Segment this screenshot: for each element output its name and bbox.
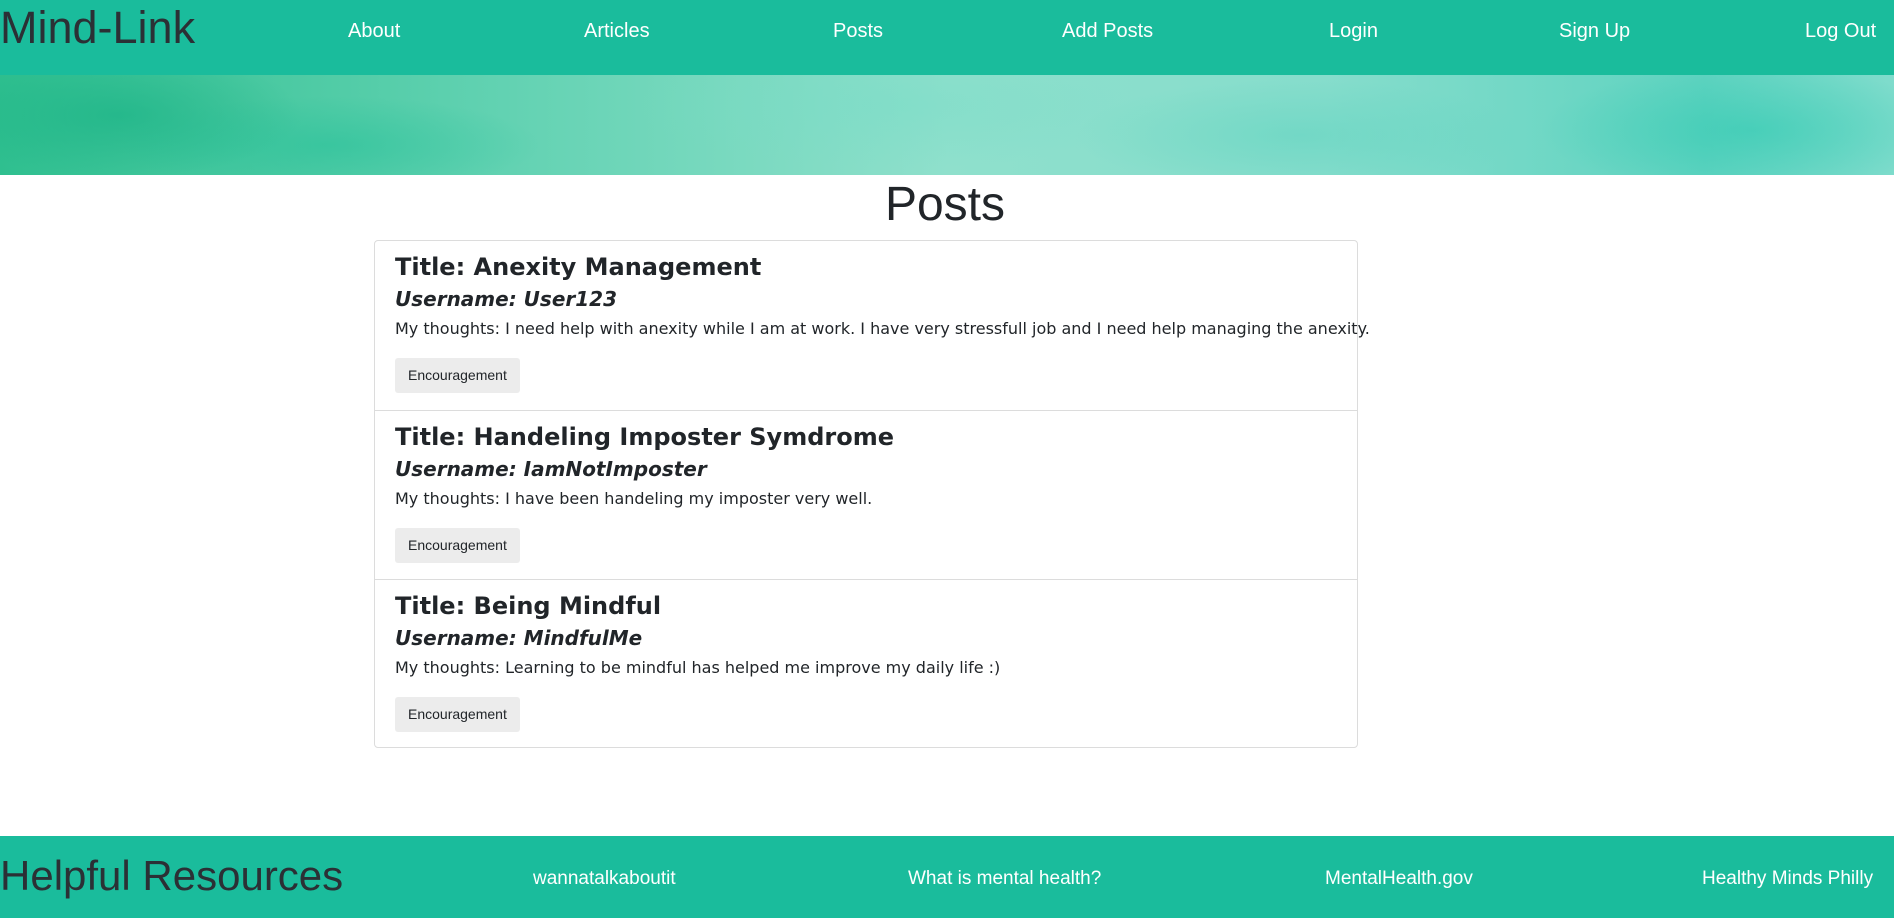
nav-link-add-posts[interactable]: Add Posts	[1062, 19, 1153, 43]
post-title: Title: Handeling Imposter Symdrome	[395, 423, 894, 451]
encouragement-button[interactable]: Encouragement	[395, 528, 520, 563]
encouragement-button[interactable]: Encouragement	[395, 358, 520, 393]
nav-link-log-out[interactable]: Log Out	[1805, 19, 1876, 43]
post-card: Title: Being Mindful Username: MindfulMe…	[375, 579, 1357, 748]
post-username: Username: User123	[395, 287, 617, 311]
post-card: Title: Handeling Imposter Symdrome Usern…	[375, 410, 1357, 579]
encouragement-button[interactable]: Encouragement	[395, 697, 520, 732]
footer-link-what-is-mental-health[interactable]: What is mental health?	[908, 867, 1101, 891]
nav-link-about[interactable]: About	[348, 19, 400, 43]
footer-link-healthy-minds-philly[interactable]: Healthy Minds Philly	[1702, 867, 1873, 891]
nav-link-posts[interactable]: Posts	[833, 19, 883, 43]
post-title: Title: Being Mindful	[395, 592, 662, 620]
footer-link-mentalhealth-gov[interactable]: MentalHealth.gov	[1325, 867, 1473, 891]
post-thoughts: My thoughts: I need help with anexity wh…	[395, 319, 1370, 338]
page-title: Posts	[884, 178, 1006, 231]
nav-link-login[interactable]: Login	[1329, 19, 1378, 43]
footer: Helpful Resources wannatalkaboutit What …	[0, 836, 1894, 918]
brand-logo-link[interactable]: Mind-Link	[0, 2, 195, 54]
nav-link-sign-up[interactable]: Sign Up	[1559, 19, 1630, 43]
post-list: Title: Anexity Management Username: User…	[374, 240, 1370, 748]
post-thoughts: My thoughts: Learning to be mindful has …	[395, 658, 1001, 677]
footer-link-wannatalkaboutit[interactable]: wannatalkaboutit	[533, 867, 676, 891]
nav-link-articles[interactable]: Articles	[584, 19, 650, 43]
banner-image	[0, 75, 1894, 175]
footer-title: Helpful Resources	[0, 852, 344, 899]
post-thoughts: My thoughts: I have been handeling my im…	[395, 489, 873, 508]
post-username: Username: MindfulMe	[395, 626, 643, 650]
post-title: Title: Anexity Management	[395, 253, 762, 281]
post-card: Title: Anexity Management Username: User…	[375, 241, 1370, 410]
post-username: Username: IamNotImposter	[395, 457, 707, 481]
navbar: Mind-Link About Articles Posts Add Posts…	[0, 0, 1894, 75]
